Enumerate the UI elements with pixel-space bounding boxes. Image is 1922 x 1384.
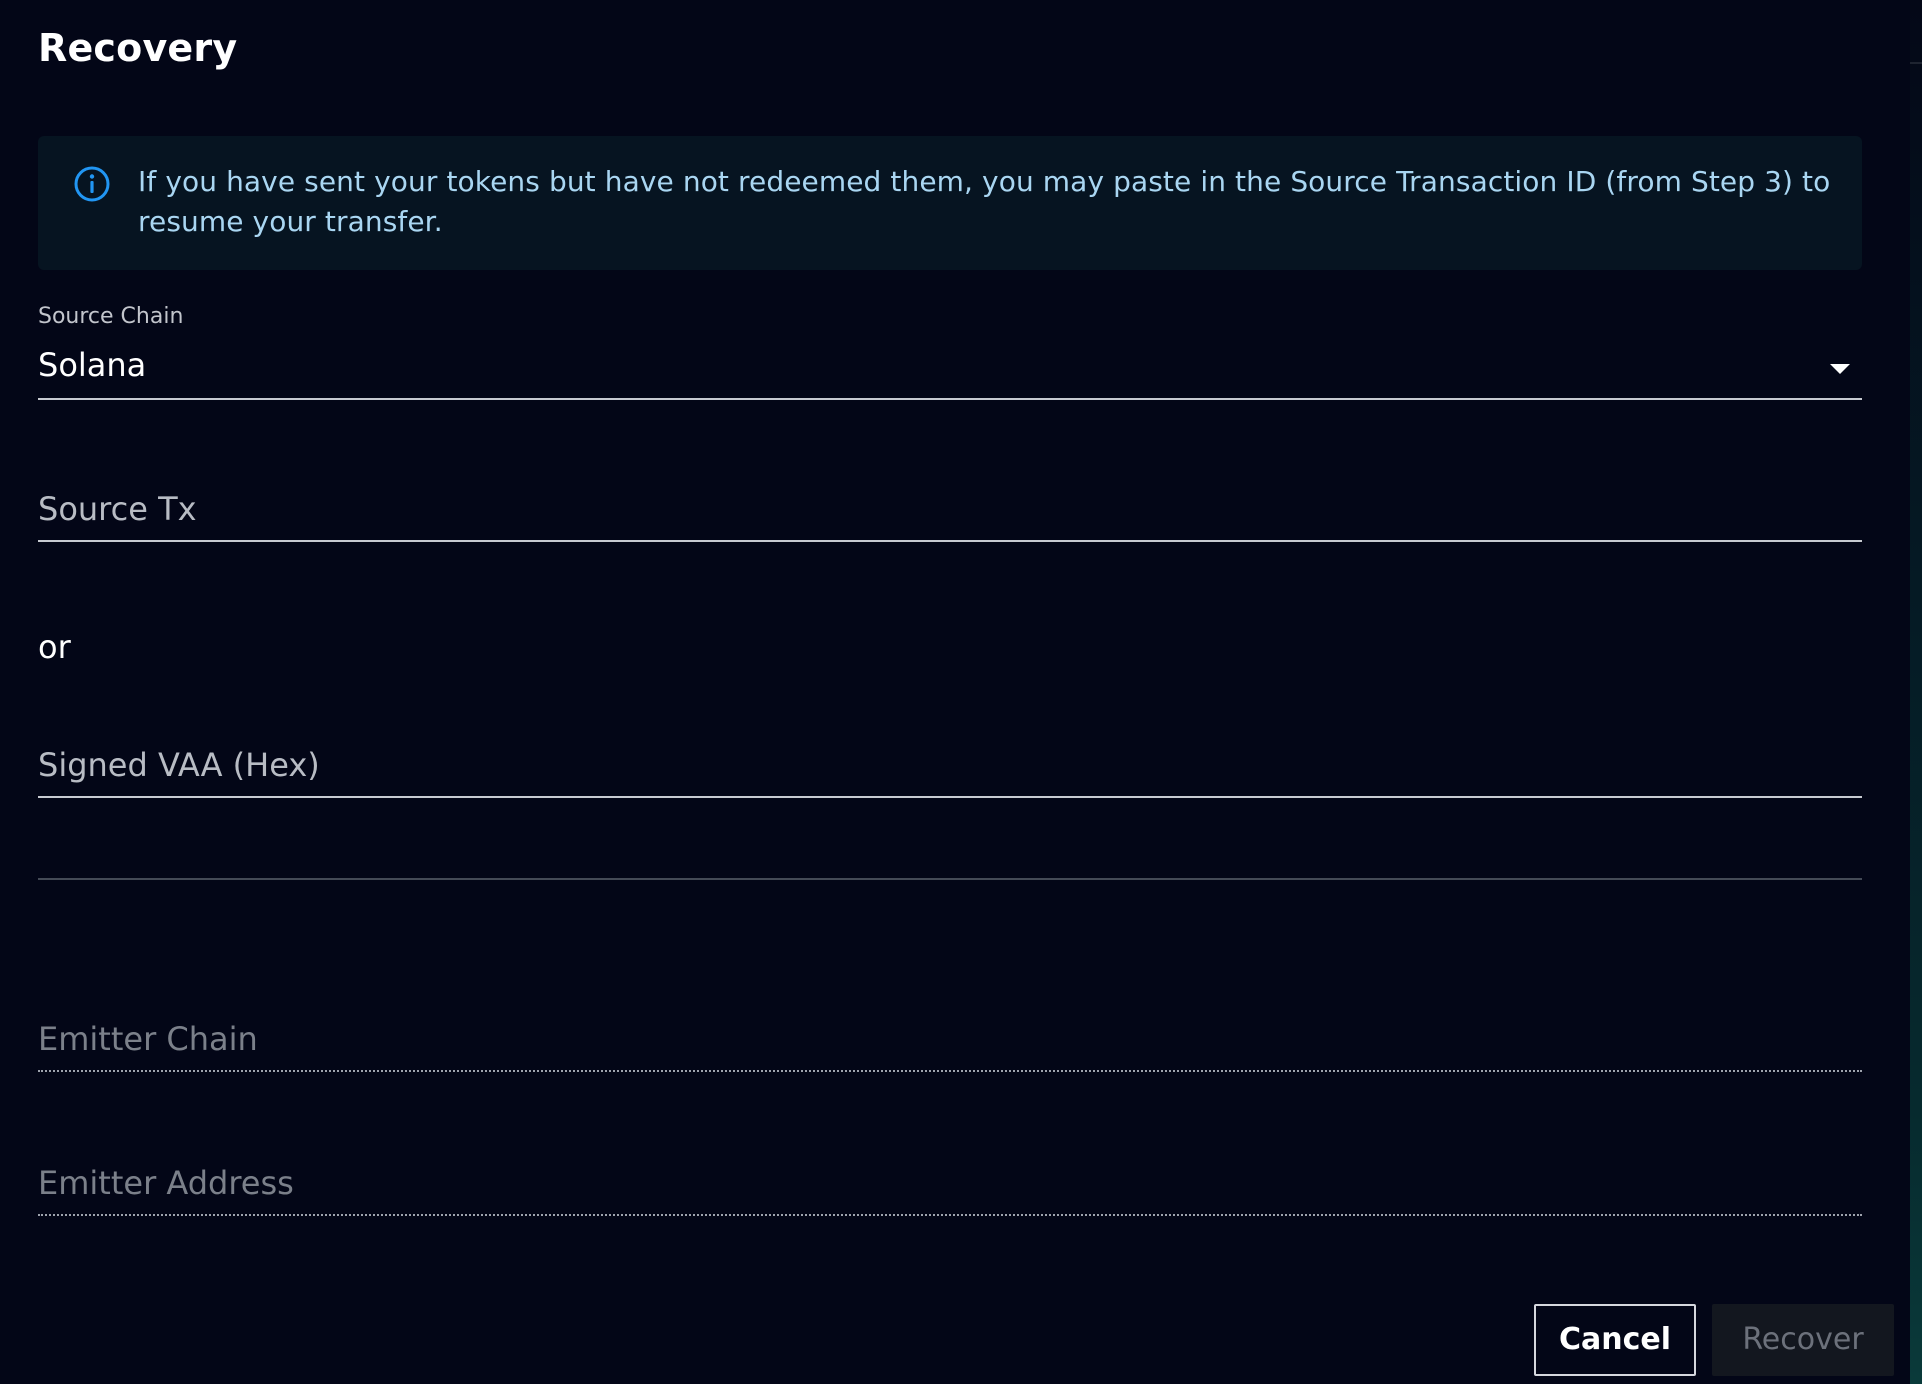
recovery-dialog: Recovery If you have sent your tokens bu… [0,0,1910,1384]
signed-vaa-input[interactable]: Signed VAA (Hex) [38,740,1862,884]
signed-vaa-bottom-line [38,878,1862,880]
alert-message: If you have sent your tokens but have no… [138,165,1831,238]
emitter-chain-placeholder: Emitter Chain [38,1020,258,1058]
dialog-title: Recovery [38,26,238,70]
source-chain-select[interactable]: Source Chain Solana [38,304,1862,404]
signed-vaa-placeholder[interactable]: Signed VAA (Hex) [38,746,320,784]
chevron-down-icon[interactable] [1830,364,1850,374]
source-tx-input[interactable]: Source Tx [38,484,1862,548]
info-icon [72,164,112,204]
or-separator: or [38,628,71,666]
recover-button[interactable]: Recover [1712,1304,1894,1376]
emitter-address-underline [38,1214,1862,1216]
source-chain-label: Source Chain [38,304,184,329]
emitter-chain-underline [38,1070,1862,1072]
cancel-button[interactable]: Cancel [1534,1304,1696,1376]
edge-divider [1910,62,1922,64]
source-tx-underline [38,540,1862,542]
emitter-address-input: Emitter Address [38,1158,1862,1220]
background-edge [1910,0,1922,1384]
source-chain-underline [38,398,1862,400]
signed-vaa-underline [38,796,1862,798]
emitter-address-placeholder: Emitter Address [38,1164,294,1202]
source-tx-placeholder[interactable]: Source Tx [38,490,197,528]
source-chain-value[interactable]: Solana [38,346,146,384]
emitter-chain-input: Emitter Chain [38,1014,1862,1076]
info-alert: If you have sent your tokens but have no… [38,136,1862,270]
